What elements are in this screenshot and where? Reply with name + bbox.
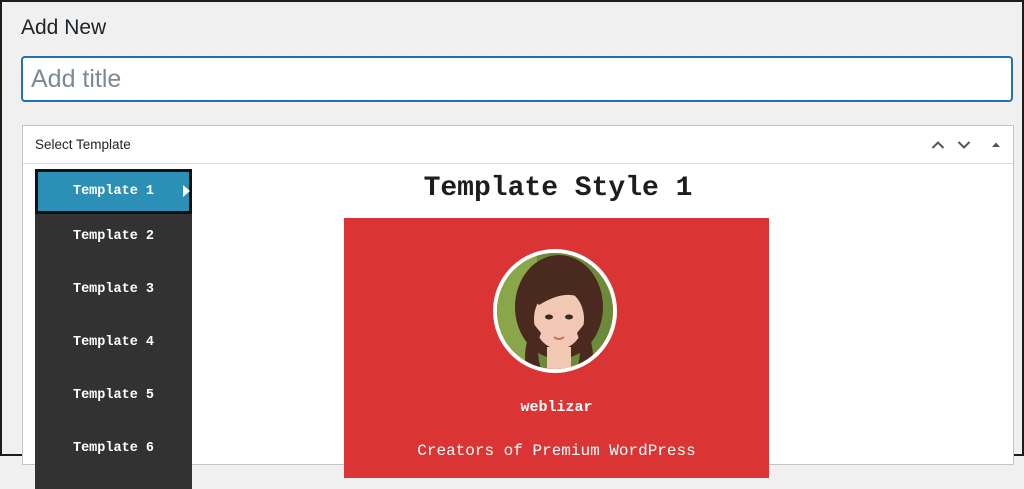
- template-item-4[interactable]: Template 4: [35, 320, 192, 373]
- metabox-header: Select Template: [23, 126, 1013, 164]
- template-item-label: Template 5: [72, 388, 154, 403]
- template-item-label: Template 6: [72, 441, 154, 456]
- card-name: weblizar: [520, 399, 593, 416]
- chevron-down-icon: [957, 141, 971, 149]
- profile-photo: [497, 253, 613, 369]
- template-item-label: Template 2: [72, 229, 154, 244]
- template-item-3[interactable]: Template 3: [35, 267, 192, 320]
- page-heading: Add New: [21, 16, 107, 39]
- post-title-input[interactable]: [21, 56, 1013, 102]
- move-up-button[interactable]: [927, 134, 949, 156]
- template-preview-heading: Template Style 1: [423, 173, 693, 204]
- template-item-6[interactable]: Template 6: [35, 426, 192, 479]
- template-item-1[interactable]: Template 1: [35, 169, 192, 214]
- template-list: Template 1 Template 2 Template 3 Templat…: [35, 169, 192, 489]
- card-tagline: Creators of Premium WordPress: [417, 442, 696, 460]
- template-item-2[interactable]: Template 2: [35, 214, 192, 267]
- chevron-up-icon: [931, 141, 945, 149]
- template-preview-card: weblizar Creators of Premium WordPress: [344, 218, 769, 478]
- template-item-label: Template 4: [72, 335, 154, 350]
- avatar: [493, 249, 617, 373]
- template-item-label: Template 1: [72, 184, 154, 199]
- template-item-label: Template 3: [72, 282, 154, 297]
- toggle-panel-button[interactable]: [985, 134, 1007, 156]
- metabox-title: Select Template: [35, 137, 131, 152]
- triangle-up-icon: [992, 142, 1000, 147]
- move-down-button[interactable]: [953, 134, 975, 156]
- select-template-metabox: Select Template Template 1 Template 2 Te…: [22, 125, 1014, 489]
- active-arrow-icon: [183, 185, 190, 197]
- template-item-5[interactable]: Template 5: [35, 373, 192, 426]
